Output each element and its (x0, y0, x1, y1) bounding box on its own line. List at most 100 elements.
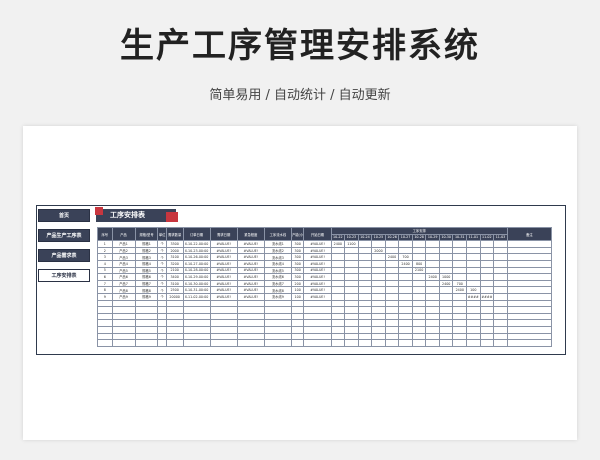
table-cell-need[interactable]: #VALUE! (209, 259, 238, 268)
table-cell-cap[interactable]: 200 (290, 279, 305, 288)
table-cell-urgency[interactable]: #VALUE! (236, 292, 265, 301)
table-cell-product[interactable]: 产品2 (111, 246, 136, 255)
gantt-cell[interactable] (466, 240, 481, 248)
table-cell-order[interactable]: X-10-27-00:00 (182, 259, 211, 268)
table-cell-product[interactable]: 产品7 (111, 279, 136, 288)
table-cell-start[interactable]: #VALUE! (303, 246, 332, 255)
table-cell-empty[interactable] (209, 299, 238, 308)
table-cell-need[interactable]: #VALUE! (209, 266, 238, 275)
table-cell-empty[interactable] (357, 299, 373, 308)
table-cell-empty[interactable] (506, 299, 553, 308)
gantt-cell[interactable] (493, 286, 508, 294)
table-cell-line[interactable]: 流水线9 (263, 292, 292, 301)
table-cell-empty[interactable] (493, 312, 508, 321)
gantt-cell[interactable] (438, 259, 454, 268)
gantt-cell[interactable] (452, 246, 468, 255)
gantt-cell[interactable] (466, 253, 481, 261)
gantt-cell[interactable] (411, 253, 427, 261)
gantt-cell[interactable] (384, 246, 400, 255)
gantt-cell[interactable] (398, 286, 413, 294)
gantt-cell[interactable] (357, 253, 373, 261)
table-cell-empty[interactable] (384, 319, 400, 327)
gantt-cell[interactable] (344, 279, 359, 288)
table-cell-qty[interactable]: 2100 (165, 266, 184, 275)
table-cell-empty[interactable] (452, 319, 468, 327)
table-cell-start[interactable]: #VALUE! (303, 266, 332, 275)
table-cell-empty[interactable] (452, 332, 468, 341)
gantt-cell[interactable]: 2400 (398, 259, 413, 268)
gantt-cell[interactable] (384, 279, 400, 288)
table-cell-empty[interactable] (111, 312, 136, 321)
gantt-cell[interactable] (344, 273, 359, 281)
table-cell-empty[interactable] (290, 339, 305, 347)
table-cell-empty[interactable] (263, 299, 292, 308)
table-cell-empty[interactable] (111, 339, 136, 347)
table-cell-empty[interactable] (398, 332, 413, 341)
remark-cell[interactable] (506, 266, 553, 275)
gantt-cell[interactable] (425, 266, 440, 275)
table-cell-need[interactable]: #VALUE! (209, 253, 238, 261)
table-cell-empty[interactable] (466, 312, 481, 321)
remark-cell[interactable] (506, 279, 553, 288)
table-cell-empty[interactable] (134, 319, 159, 327)
table-cell-qty[interactable]: 2000 (165, 246, 184, 255)
gantt-cell[interactable] (371, 259, 386, 268)
table-cell-empty[interactable] (157, 306, 167, 314)
table-cell-empty[interactable] (357, 339, 373, 347)
gantt-cell[interactable]: 1100 (344, 240, 359, 248)
gantt-cell[interactable] (411, 246, 427, 255)
table-cell-empty[interactable] (493, 306, 508, 314)
table-cell-cap[interactable]: 300 (290, 273, 305, 281)
table-cell-empty[interactable] (303, 325, 332, 334)
gantt-cell[interactable]: 2100 (411, 266, 427, 275)
gantt-cell[interactable] (411, 273, 427, 281)
table-cell-order[interactable]: X-10-28-00:00 (182, 266, 211, 275)
table-cell-empty[interactable] (182, 306, 211, 314)
gantt-cell[interactable] (493, 273, 508, 281)
table-cell-urgency[interactable]: #VALUE! (236, 240, 265, 248)
table-cell-empty[interactable] (357, 306, 373, 314)
table-cell-urgency[interactable]: #VALUE! (236, 246, 265, 255)
gantt-cell[interactable] (438, 253, 454, 261)
table-cell-no[interactable]: 6 (97, 273, 113, 281)
table-cell-cap[interactable]: 300 (290, 266, 305, 275)
gantt-cell[interactable] (357, 279, 373, 288)
gantt-cell[interactable] (411, 279, 427, 288)
table-cell-empty[interactable] (263, 325, 292, 334)
table-cell-empty[interactable] (111, 319, 136, 327)
gantt-cell[interactable] (357, 240, 373, 248)
gantt-cell[interactable] (411, 240, 427, 248)
table-cell-urgency[interactable]: #VALUE! (236, 279, 265, 288)
table-cell-empty[interactable] (384, 332, 400, 341)
gantt-cell[interactable]: #### (466, 292, 481, 301)
table-cell-empty[interactable] (330, 299, 346, 308)
table-cell-empty[interactable] (303, 312, 332, 321)
table-cell-empty[interactable] (134, 306, 159, 314)
remark-cell[interactable] (506, 286, 553, 294)
table-cell-empty[interactable] (290, 325, 305, 334)
table-cell-urgency[interactable]: #VALUE! (236, 273, 265, 281)
table-cell-spec[interactable]: 规格7 (134, 279, 159, 288)
table-cell-urgency[interactable]: #VALUE! (236, 259, 265, 268)
table-cell-unit[interactable]: 个 (157, 259, 167, 268)
gantt-cell[interactable] (330, 279, 346, 288)
table-cell-empty[interactable] (506, 312, 553, 321)
table-cell-urgency[interactable]: #VALUE! (236, 286, 265, 294)
gantt-cell[interactable] (371, 240, 386, 248)
table-cell-empty[interactable] (452, 325, 468, 334)
table-cell-spec[interactable]: 规格1 (134, 240, 159, 248)
remark-cell[interactable] (506, 259, 553, 268)
table-cell-spec[interactable]: 规格3 (134, 253, 159, 261)
table-cell-empty[interactable] (157, 319, 167, 327)
gantt-cell[interactable] (398, 240, 413, 248)
gantt-cell[interactable] (344, 253, 359, 261)
table-cell-empty[interactable] (209, 306, 238, 314)
gantt-cell[interactable] (330, 286, 346, 294)
table-cell-empty[interactable] (330, 306, 346, 314)
table-cell-empty[interactable] (493, 325, 508, 334)
gantt-cell[interactable]: 700 (398, 253, 413, 261)
table-cell-empty[interactable] (236, 325, 265, 334)
table-cell-empty[interactable] (236, 319, 265, 327)
table-cell-empty[interactable] (182, 332, 211, 341)
table-cell-empty[interactable] (425, 306, 440, 314)
